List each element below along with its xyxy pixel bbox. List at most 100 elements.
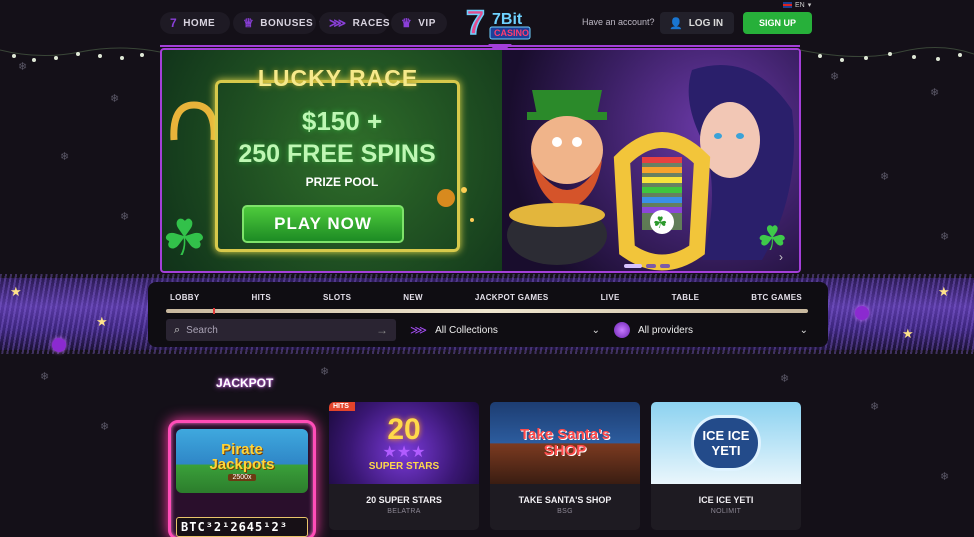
- snowflake-icon: ❄: [110, 93, 120, 105]
- star-icon: ★: [10, 284, 22, 299]
- svg-text:7: 7: [466, 4, 485, 42]
- banner-title: LUCKY RACE: [257, 65, 419, 91]
- collections-icon: ⋙: [410, 323, 428, 337]
- snowflake-icon: ❄: [320, 366, 330, 378]
- svg-text:☘: ☘: [653, 213, 667, 232]
- slider-dot[interactable]: [660, 264, 670, 268]
- game-title: TAKE SANTA'S SHOP: [518, 495, 612, 505]
- category-tabs: LOBBY HITS SLOTS NEW JACKPOT GAMES LIVE …: [166, 293, 806, 302]
- jackpot-multiplier: 2500x: [228, 473, 256, 481]
- section-title-jackpot: JACKPOT: [216, 376, 274, 390]
- star-cluster-icon: ★★★: [382, 443, 426, 461]
- snowflake-icon: ❄: [940, 231, 950, 243]
- jackpot-game-name-line1: Pirate: [221, 440, 263, 458]
- login-button[interactable]: 👤 LOG IN: [660, 12, 734, 34]
- jackpot-game-name-line2: Jackpots: [209, 455, 275, 473]
- tab-table[interactable]: TABLE: [668, 293, 704, 302]
- tab-slots[interactable]: SLOTS: [319, 293, 355, 302]
- svg-text:☘: ☘: [162, 209, 207, 267]
- nav-races[interactable]: ⋙ RACES ▾: [319, 12, 400, 34]
- language-selector[interactable]: EN ▾: [783, 1, 811, 9]
- game-thumb-title: 20: [387, 412, 421, 446]
- tab-btc-games[interactable]: BTC GAMES: [747, 293, 806, 302]
- hits-badge: HITS: [329, 402, 355, 411]
- game-thumbnail: Pirate Jackpots 2500x: [176, 429, 308, 493]
- game-card[interactable]: 20 ★★★ SUPER STARS HITS 20 SUPER STARS B…: [329, 402, 479, 530]
- tab-live[interactable]: LIVE: [597, 293, 624, 302]
- star-icon: ★: [902, 326, 914, 341]
- providers-dropdown[interactable]: All providers ⌄: [614, 319, 808, 341]
- bauble-ornament: [52, 338, 66, 352]
- promo-banner[interactable]: ☘ ☘ ☘ LUCKY RACE $150 + 250 FREE SPINS P…: [160, 48, 801, 273]
- game-provider: NOLIMIT: [710, 508, 742, 515]
- tab-lobby[interactable]: LOBBY: [166, 293, 204, 302]
- game-title: ICE ICE YETI: [698, 495, 754, 505]
- search-input[interactable]: ⌕ Search →: [166, 319, 396, 341]
- signup-button[interactable]: SIGN UP: [743, 12, 812, 34]
- seven-icon: 7: [170, 16, 178, 30]
- nav-vip[interactable]: ♛ VIP: [391, 12, 447, 34]
- slider-dot[interactable]: [646, 264, 656, 268]
- language-label: EN: [795, 1, 805, 9]
- snowflake-icon: ❄: [18, 61, 28, 73]
- game-provider: BSG: [557, 508, 573, 515]
- game-thumbnail: ICE ICE YETI: [651, 402, 801, 484]
- tab-jackpot-games[interactable]: JACKPOT GAMES: [471, 293, 553, 302]
- have-account-text: Have an account?: [582, 17, 655, 27]
- search-icon: ⌕: [174, 323, 181, 336]
- arrow-right-icon[interactable]: →: [376, 323, 388, 337]
- category-indicator-bar: [166, 308, 808, 314]
- nav-bonuses-label: BONUSES: [260, 17, 314, 29]
- bauble-ornament: [855, 306, 869, 320]
- banner-free-spins: 250 FREE SPINS: [238, 140, 436, 168]
- game-thumb-subtitle: SUPER STARS: [368, 460, 440, 472]
- play-now-button[interactable]: PLAY NOW: [242, 205, 404, 243]
- snowflake-icon: ❄: [40, 371, 50, 383]
- banner-amount: $150 +: [301, 106, 383, 136]
- game-thumbnail: 20 ★★★ SUPER STARS HITS: [329, 402, 479, 484]
- snowflake-icon: ❄: [60, 151, 70, 163]
- banner-artwork: ☘ ☘: [502, 50, 799, 271]
- snowflake-icon: ❄: [930, 87, 940, 99]
- chevron-down-icon: ⌄: [591, 324, 600, 336]
- game-category-panel: LOBBY HITS SLOTS NEW JACKPOT GAMES LIVE …: [148, 282, 828, 347]
- tab-hits[interactable]: HITS: [248, 293, 275, 302]
- game-thumb-title: Take Santa's SHOP: [520, 426, 610, 459]
- nav-races-label: RACES: [352, 17, 391, 29]
- logo-top-text: 7Bit: [492, 11, 523, 28]
- game-card[interactable]: Take Santa's SHOP TAKE SANTA'S SHOP BSG: [490, 402, 640, 530]
- active-tab-marker: [213, 308, 215, 314]
- slider-pagination: [624, 264, 670, 268]
- providers-gem-icon: [614, 322, 630, 338]
- nav-home-label: HOME: [183, 17, 216, 29]
- game-thumb-title: ICE ICE YETI: [691, 415, 761, 471]
- snowflake-icon: ❄: [940, 471, 950, 483]
- game-card[interactable]: ICE ICE YETI ICE ICE YETI NOLIMIT: [651, 402, 801, 530]
- snowflake-icon: ❄: [830, 71, 840, 83]
- tab-new[interactable]: NEW: [399, 293, 427, 302]
- slider-dot[interactable]: [624, 264, 642, 268]
- nav-bonuses[interactable]: ♕ BONUSES ▾: [233, 12, 323, 34]
- search-placeholder: Search: [186, 324, 218, 336]
- snowflake-icon: ❄: [880, 171, 890, 183]
- banner-prize-pool: PRIZE POOL: [305, 175, 379, 189]
- collections-dropdown[interactable]: ⋙ All Collections ⌄: [410, 319, 600, 341]
- login-label: LOG IN: [688, 17, 724, 29]
- game-thumbnail: Take Santa's SHOP: [490, 402, 640, 484]
- chevron-down-icon: ⌄: [799, 324, 808, 336]
- star-icon: ★: [938, 284, 950, 299]
- crown-icon: ♛: [401, 16, 413, 30]
- snowflake-icon: ❄: [870, 401, 880, 413]
- bonus-icon: ♕: [243, 16, 255, 30]
- star-icon: ★: [96, 314, 108, 329]
- snowflake-icon: ❄: [120, 211, 130, 223]
- user-icon: 👤: [669, 17, 683, 30]
- nav-vip-label: VIP: [418, 17, 436, 29]
- providers-label: All providers: [638, 324, 694, 336]
- uk-flag-icon: [783, 2, 792, 8]
- game-provider: BELATRA: [387, 508, 421, 515]
- chevron-right-icon[interactable]: ›: [779, 250, 783, 264]
- jackpot-game-card[interactable]: Pirate Jackpots 2500x BTC³2¹2645¹2³: [168, 420, 316, 537]
- chevron-down-icon: ▾: [807, 2, 812, 9]
- nav-home[interactable]: 7 HOME: [160, 12, 230, 34]
